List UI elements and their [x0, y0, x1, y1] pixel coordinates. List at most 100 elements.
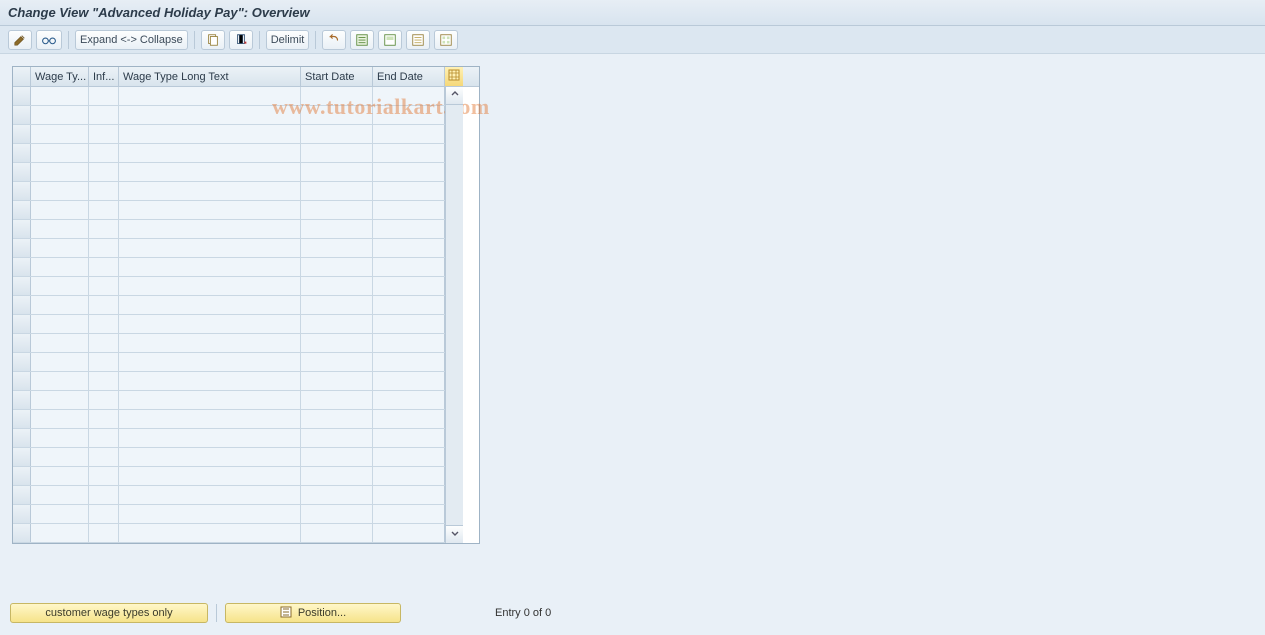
- row-selector[interactable]: [13, 87, 31, 105]
- cell-infotype[interactable]: [89, 87, 119, 105]
- cell-start-date[interactable]: [301, 334, 373, 352]
- cell-long-text[interactable]: [119, 391, 301, 409]
- cell-wage-type[interactable]: [31, 106, 89, 124]
- cell-start-date[interactable]: [301, 144, 373, 162]
- cell-wage-type[interactable]: [31, 353, 89, 371]
- cell-start-date[interactable]: [301, 410, 373, 428]
- cell-end-date[interactable]: [373, 258, 445, 276]
- cell-long-text[interactable]: [119, 505, 301, 523]
- cell-infotype[interactable]: [89, 524, 119, 542]
- row-selector[interactable]: [13, 505, 31, 523]
- cell-infotype[interactable]: [89, 144, 119, 162]
- cell-infotype[interactable]: [89, 467, 119, 485]
- cell-infotype[interactable]: [89, 258, 119, 276]
- cell-long-text[interactable]: [119, 315, 301, 333]
- cell-end-date[interactable]: [373, 277, 445, 295]
- cell-long-text[interactable]: [119, 87, 301, 105]
- table-row[interactable]: [13, 296, 445, 315]
- cell-wage-type[interactable]: [31, 334, 89, 352]
- cell-end-date[interactable]: [373, 220, 445, 238]
- cell-long-text[interactable]: [119, 486, 301, 504]
- cell-long-text[interactable]: [119, 448, 301, 466]
- row-selector[interactable]: [13, 106, 31, 124]
- table-row[interactable]: [13, 163, 445, 182]
- cell-long-text[interactable]: [119, 524, 301, 542]
- cell-long-text[interactable]: [119, 277, 301, 295]
- cell-wage-type[interactable]: [31, 486, 89, 504]
- cell-long-text[interactable]: [119, 182, 301, 200]
- cell-end-date[interactable]: [373, 144, 445, 162]
- cell-wage-type[interactable]: [31, 201, 89, 219]
- cell-end-date[interactable]: [373, 106, 445, 124]
- cell-long-text[interactable]: [119, 106, 301, 124]
- cell-wage-type[interactable]: [31, 410, 89, 428]
- cell-infotype[interactable]: [89, 486, 119, 504]
- table-row[interactable]: [13, 277, 445, 296]
- cell-long-text[interactable]: [119, 201, 301, 219]
- other-view-button[interactable]: [36, 30, 62, 50]
- cell-long-text[interactable]: [119, 372, 301, 390]
- cell-wage-type[interactable]: [31, 448, 89, 466]
- cell-start-date[interactable]: [301, 87, 373, 105]
- column-selector[interactable]: [13, 67, 31, 86]
- row-selector[interactable]: [13, 163, 31, 181]
- position-button[interactable]: Position...: [225, 603, 401, 623]
- cell-start-date[interactable]: [301, 353, 373, 371]
- table-row[interactable]: [13, 125, 445, 144]
- deselect-all-button[interactable]: [406, 30, 430, 50]
- cell-end-date[interactable]: [373, 182, 445, 200]
- delete-button[interactable]: [229, 30, 253, 50]
- row-selector[interactable]: [13, 334, 31, 352]
- cell-long-text[interactable]: [119, 429, 301, 447]
- row-selector[interactable]: [13, 258, 31, 276]
- table-row[interactable]: [13, 182, 445, 201]
- cell-end-date[interactable]: [373, 448, 445, 466]
- cell-wage-type[interactable]: [31, 87, 89, 105]
- cell-end-date[interactable]: [373, 87, 445, 105]
- table-row[interactable]: [13, 467, 445, 486]
- cell-wage-type[interactable]: [31, 391, 89, 409]
- cell-start-date[interactable]: [301, 277, 373, 295]
- cell-wage-type[interactable]: [31, 505, 89, 523]
- row-selector[interactable]: [13, 296, 31, 314]
- undo-button[interactable]: [322, 30, 346, 50]
- cell-start-date[interactable]: [301, 125, 373, 143]
- cell-end-date[interactable]: [373, 410, 445, 428]
- cell-wage-type[interactable]: [31, 258, 89, 276]
- row-selector[interactable]: [13, 467, 31, 485]
- table-row[interactable]: [13, 524, 445, 543]
- table-row[interactable]: [13, 87, 445, 106]
- row-selector[interactable]: [13, 353, 31, 371]
- row-selector[interactable]: [13, 125, 31, 143]
- cell-end-date[interactable]: [373, 429, 445, 447]
- cell-infotype[interactable]: [89, 125, 119, 143]
- cell-long-text[interactable]: [119, 220, 301, 238]
- table-row[interactable]: [13, 353, 445, 372]
- cell-end-date[interactable]: [373, 524, 445, 542]
- cell-infotype[interactable]: [89, 410, 119, 428]
- cell-long-text[interactable]: [119, 239, 301, 257]
- column-wage-type[interactable]: Wage Ty...: [31, 67, 89, 86]
- cell-infotype[interactable]: [89, 372, 119, 390]
- cell-end-date[interactable]: [373, 201, 445, 219]
- cell-infotype[interactable]: [89, 505, 119, 523]
- cell-infotype[interactable]: [89, 296, 119, 314]
- table-row[interactable]: [13, 201, 445, 220]
- cell-end-date[interactable]: [373, 125, 445, 143]
- delimit-button[interactable]: Delimit: [266, 30, 310, 50]
- cell-start-date[interactable]: [301, 258, 373, 276]
- scroll-up-button[interactable]: [446, 87, 463, 105]
- table-settings-button[interactable]: [445, 67, 463, 86]
- table-row[interactable]: [13, 486, 445, 505]
- cell-infotype[interactable]: [89, 448, 119, 466]
- cell-end-date[interactable]: [373, 505, 445, 523]
- cell-infotype[interactable]: [89, 429, 119, 447]
- cell-long-text[interactable]: [119, 163, 301, 181]
- column-wage-type-long-text[interactable]: Wage Type Long Text: [119, 67, 301, 86]
- cell-wage-type[interactable]: [31, 372, 89, 390]
- cell-end-date[interactable]: [373, 334, 445, 352]
- row-selector[interactable]: [13, 144, 31, 162]
- cell-start-date[interactable]: [301, 106, 373, 124]
- cell-wage-type[interactable]: [31, 125, 89, 143]
- cell-wage-type[interactable]: [31, 144, 89, 162]
